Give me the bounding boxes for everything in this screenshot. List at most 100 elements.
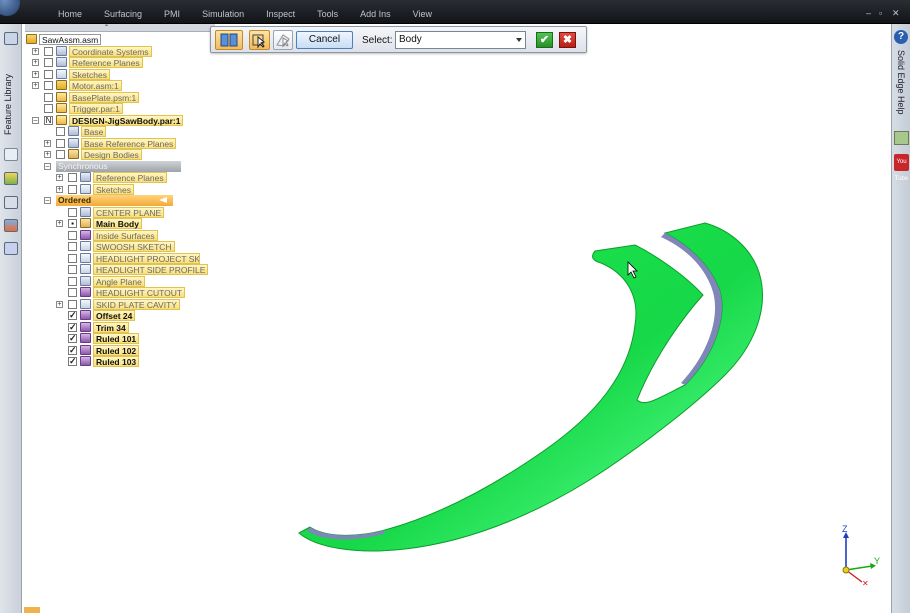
tree-item[interactable]: + Design Bodies bbox=[44, 148, 142, 160]
part-icon bbox=[56, 103, 67, 113]
swoosh-surface[interactable] bbox=[298, 222, 763, 552]
visibility-checkbox[interactable] bbox=[44, 103, 53, 113]
visibility-checkbox[interactable] bbox=[68, 299, 77, 309]
tree-item[interactable]: SawAssm.asm bbox=[26, 33, 102, 45]
visibility-checkbox[interactable] bbox=[44, 69, 53, 79]
select-dropdown[interactable]: Body bbox=[395, 31, 526, 49]
tab-add-ins[interactable]: Add Ins bbox=[360, 9, 391, 19]
tree-item[interactable]: + Motor.asm:1 bbox=[32, 79, 122, 91]
accept-button[interactable]: ✔ bbox=[536, 32, 553, 48]
body-select-button[interactable] bbox=[215, 30, 243, 50]
cancel-button[interactable]: Cancel bbox=[296, 31, 353, 49]
tree-item[interactable]: + Reference Planes bbox=[56, 171, 167, 183]
visibility-checkbox[interactable] bbox=[68, 356, 77, 366]
visibility-checkbox[interactable] bbox=[68, 264, 77, 274]
visibility-checkbox[interactable] bbox=[68, 230, 77, 240]
expand-icon[interactable]: + bbox=[32, 47, 39, 55]
select-tool-button[interactable] bbox=[249, 30, 270, 50]
minimize-icon[interactable]: – bbox=[866, 8, 871, 18]
expand-icon[interactable]: + bbox=[56, 173, 63, 181]
tab-view[interactable]: View bbox=[413, 9, 432, 19]
deselect-tool-button[interactable] bbox=[273, 30, 293, 50]
expand-icon[interactable]: + bbox=[44, 139, 51, 147]
solid-edge-help-tab[interactable]: Solid Edge Help bbox=[896, 50, 906, 115]
sketch-icon bbox=[56, 69, 67, 79]
close-button[interactable]: ✖ bbox=[559, 32, 576, 48]
expand-icon[interactable]: + bbox=[32, 81, 39, 89]
layers-icon[interactable] bbox=[4, 148, 18, 161]
sketch-icon bbox=[80, 299, 91, 309]
reference-plane-icon bbox=[56, 57, 67, 67]
tree-item[interactable]: Ruled 101 bbox=[56, 332, 140, 344]
collapse-icon[interactable]: – bbox=[44, 162, 51, 170]
tree-item[interactable]: + Reference Planes bbox=[32, 56, 143, 68]
tree-item[interactable]: Trigger.par:1 bbox=[32, 102, 123, 114]
tree-item[interactable]: Offset 24 bbox=[56, 309, 136, 321]
expand-icon[interactable]: + bbox=[56, 219, 63, 227]
visibility-checkbox[interactable] bbox=[44, 46, 53, 56]
tab-tools[interactable]: Tools bbox=[317, 9, 338, 19]
tab-pmi[interactable]: PMI bbox=[164, 9, 180, 19]
sheet-metal-part-icon bbox=[56, 92, 67, 102]
close-icon[interactable]: ✕ bbox=[892, 8, 900, 19]
visibility-checkbox[interactable] bbox=[68, 310, 77, 320]
variables-icon[interactable] bbox=[4, 242, 18, 255]
sensors-icon[interactable] bbox=[4, 196, 18, 209]
visibility-checkbox[interactable] bbox=[56, 126, 65, 136]
visibility-checkbox[interactable] bbox=[44, 92, 53, 102]
tree-item[interactable]: HEADLIGHT CUTOUT bbox=[56, 286, 186, 298]
visibility-checkbox[interactable]: ▪ bbox=[68, 218, 77, 228]
visibility-checkbox[interactable] bbox=[68, 241, 77, 251]
tree-item[interactable]: + ▪ Main Body bbox=[56, 217, 142, 229]
youtube-icon[interactable]: You Tube bbox=[894, 154, 909, 182]
status-tab[interactable] bbox=[24, 607, 40, 613]
collapse-icon[interactable]: – bbox=[32, 116, 39, 124]
help-icon[interactable]: ? bbox=[894, 30, 908, 44]
jigsaw-body-model[interactable] bbox=[215, 55, 890, 611]
expand-icon[interactable]: + bbox=[56, 300, 63, 308]
visibility-checkbox[interactable] bbox=[68, 276, 77, 286]
tree-item[interactable]: Ruled 103 bbox=[56, 355, 140, 367]
visibility-checkbox[interactable] bbox=[68, 207, 77, 217]
feature-library-icon[interactable] bbox=[4, 32, 18, 45]
visibility-checkbox[interactable] bbox=[56, 138, 65, 148]
expand-icon[interactable]: + bbox=[56, 185, 63, 193]
close-x-icon: ✖ bbox=[562, 34, 573, 46]
tab-home[interactable]: Home bbox=[58, 9, 82, 19]
expand-icon[interactable]: + bbox=[44, 150, 51, 158]
tree-item[interactable]: Base bbox=[44, 125, 107, 137]
tab-simulation[interactable]: Simulation bbox=[202, 9, 244, 19]
restore-icon[interactable]: ▫ bbox=[879, 8, 882, 18]
visibility-checkbox[interactable] bbox=[68, 333, 77, 343]
family-icon[interactable] bbox=[4, 172, 18, 185]
sketch-icon bbox=[80, 253, 91, 263]
getting-started-icon[interactable] bbox=[894, 131, 909, 145]
visibility-checkbox[interactable] bbox=[56, 149, 65, 159]
expand-icon[interactable]: + bbox=[32, 58, 39, 66]
collapse-icon[interactable]: – bbox=[44, 196, 51, 204]
visibility-checkbox[interactable] bbox=[44, 57, 53, 67]
visibility-checkbox[interactable] bbox=[68, 184, 77, 194]
tab-inspect[interactable]: Inspect bbox=[266, 9, 295, 19]
feature-library-tab[interactable]: Feature Library bbox=[3, 74, 13, 135]
tree-item[interactable]: – Ordered bbox=[44, 194, 173, 206]
visibility-checkbox[interactable]: N bbox=[44, 115, 53, 125]
orientation-triad[interactable]: Z Y ✕ bbox=[832, 524, 888, 588]
visibility-checkbox[interactable] bbox=[68, 172, 77, 182]
sketch-icon bbox=[80, 264, 91, 274]
tree-item[interactable]: HEADLIGHT SIDE PROFILE bbox=[56, 263, 209, 275]
application-button[interactable] bbox=[0, 0, 20, 16]
selection-manager-icon[interactable] bbox=[4, 219, 18, 232]
grip-handle[interactable]: '''''''''''''' bbox=[105, 25, 108, 31]
visibility-checkbox[interactable] bbox=[68, 253, 77, 263]
tree-item[interactable]: SWOOSH SKETCH bbox=[56, 240, 175, 252]
trim-icon bbox=[80, 322, 91, 332]
subassembly-icon bbox=[56, 80, 67, 90]
expand-icon[interactable]: + bbox=[32, 70, 39, 78]
tab-surfacing[interactable]: Surfacing bbox=[104, 9, 142, 19]
graphics-viewport[interactable] bbox=[215, 55, 890, 611]
visibility-checkbox[interactable] bbox=[68, 287, 77, 297]
visibility-checkbox[interactable] bbox=[44, 80, 53, 90]
visibility-checkbox[interactable] bbox=[68, 345, 77, 355]
visibility-checkbox[interactable] bbox=[68, 322, 77, 332]
